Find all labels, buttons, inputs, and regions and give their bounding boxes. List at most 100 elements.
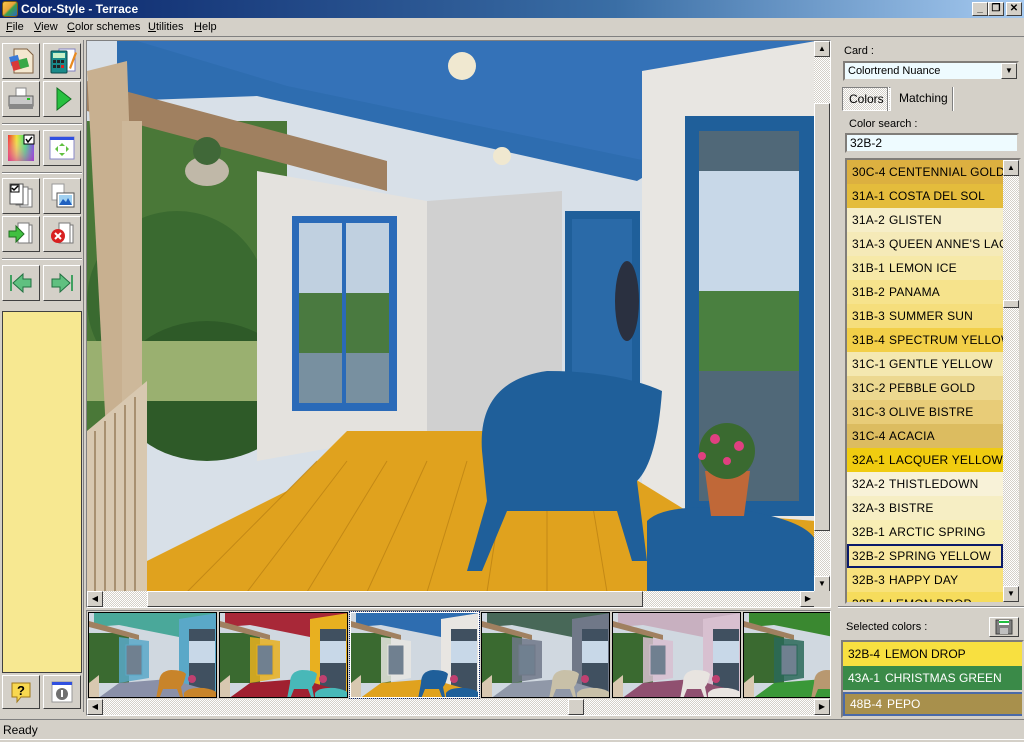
- scroll-up-button[interactable]: ▲: [814, 41, 830, 57]
- app-palette-icon: [2, 1, 18, 17]
- floppy-disk-icon: [995, 619, 1013, 635]
- scheme-thumbnail-strip: ◀ ▶: [86, 610, 831, 716]
- color-list-item[interactable]: 31C-4 ACACIA: [847, 424, 1003, 448]
- color-list-scrollbar[interactable]: ▲ ▼: [1003, 160, 1019, 602]
- list-scroll-thumb[interactable]: [1003, 300, 1019, 308]
- selected-color-item[interactable]: 32B-4 LEMON DROP: [843, 642, 1022, 666]
- tab-separator: [952, 87, 954, 111]
- save-selection-button[interactable]: [989, 617, 1019, 637]
- scheme-thumbnail-image: [220, 613, 347, 697]
- thumbnail-scrollbar[interactable]: ◀ ▶: [87, 699, 830, 715]
- thumbs-scroll-left-button[interactable]: ◀: [87, 699, 103, 715]
- color-list-item[interactable]: 31B-1 LEMON ICE: [847, 256, 1003, 280]
- selected-color-item[interactable]: 48B-4 PEPO: [843, 692, 1022, 716]
- color-name: CENTENNIAL GOLD: [889, 165, 1005, 179]
- color-list-item[interactable]: 31A-2 GLISTEN: [847, 208, 1003, 232]
- color-list-item[interactable]: 31C-1 GENTLE YELLOW: [847, 352, 1003, 376]
- color-list-item[interactable]: 32A-3 BISTRE: [847, 496, 1003, 520]
- color-list-item[interactable]: 31A-1 COSTA DEL SOL: [847, 184, 1003, 208]
- color-code: 32B-2: [852, 549, 886, 563]
- menu-view[interactable]: View: [34, 21, 58, 33]
- menu-file[interactable]: File: [6, 21, 24, 33]
- scheme-thumbnail[interactable]: [88, 612, 217, 698]
- select-schemes-button[interactable]: [2, 178, 40, 214]
- menu-color-schemes[interactable]: Color schemes: [67, 21, 140, 33]
- delete-schemes-button[interactable]: [43, 216, 81, 252]
- calculator-button[interactable]: [43, 43, 81, 79]
- color-list-item[interactable]: 32A-1 LACQUER YELLOW: [847, 448, 1003, 472]
- color-list-item[interactable]: 32A-2 THISTLEDOWN: [847, 472, 1003, 496]
- menu-color-schemes-label: olor schemes: [74, 21, 141, 33]
- color-preview-panel: [2, 311, 82, 673]
- restore-button[interactable]: ❐: [988, 2, 1004, 16]
- color-code: 31B-3: [852, 309, 886, 323]
- scheme-thumbnail[interactable]: [481, 612, 610, 698]
- selected-colors-list: 32B-4 LEMON DROP 43A-1 CHRISTMAS GREEN 48B-4…: [841, 640, 1024, 718]
- status-bar: Ready: [0, 719, 1024, 739]
- tab-colors[interactable]: Colors: [842, 87, 891, 111]
- main-vertical-scrollbar[interactable]: ▲ ▼: [814, 41, 830, 592]
- previous-button[interactable]: [2, 265, 40, 301]
- color-list-item[interactable]: 32B-3 HAPPY DAY: [847, 568, 1003, 592]
- color-name: BISTRE: [889, 501, 934, 515]
- image-pages-button[interactable]: [43, 178, 81, 214]
- about-button[interactable]: [43, 675, 81, 709]
- thumbs-scroll-right-button[interactable]: ▶: [814, 699, 830, 715]
- scheme-thumbnail-image: [89, 613, 216, 697]
- list-scroll-up-button[interactable]: ▲: [1003, 160, 1019, 176]
- menu-help[interactable]: Help: [194, 21, 217, 33]
- color-search-input[interactable]: [845, 133, 1019, 153]
- card-label: Card :: [844, 45, 874, 57]
- color-list-item[interactable]: 31C-2 PEBBLE GOLD: [847, 376, 1003, 400]
- chevron-down-icon[interactable]: ▼: [1001, 63, 1017, 79]
- color-list-item[interactable]: 32B-2 SPRING YELLOW: [847, 544, 1003, 568]
- selected-color-item[interactable]: 43A-1 CHRISTMAS GREEN: [843, 666, 1022, 690]
- scheme-thumbnail[interactable]: [219, 612, 348, 698]
- color-list-item[interactable]: 32B-1 ARCTIC SPRING: [847, 520, 1003, 544]
- scroll-left-button[interactable]: ◀: [87, 591, 103, 607]
- main-image-view: ▲ ▼ ◀ ▶: [86, 40, 831, 608]
- color-code: 32A-2: [852, 477, 886, 491]
- color-list-item[interactable]: 31B-4 SPECTRUM YELLOW: [847, 328, 1012, 352]
- scheme-thumbnail[interactable]: [349, 611, 480, 699]
- color-list-item[interactable]: 32B-4 LEMON DROP: [847, 592, 1003, 602]
- terrace-scene[interactable]: [87, 41, 816, 592]
- color-list-item[interactable]: 30C-4 CENTENNIAL GOLD: [847, 160, 1005, 184]
- print-button[interactable]: [2, 81, 40, 117]
- list-scroll-down-button[interactable]: ▼: [1003, 586, 1019, 602]
- export-schemes-button[interactable]: [2, 216, 40, 252]
- color-list-item[interactable]: 31C-3 OLIVE BISTRE: [847, 400, 1003, 424]
- toolbar-separator: [2, 172, 82, 174]
- minimize-button[interactable]: _: [972, 2, 988, 16]
- scroll-down-button[interactable]: ▼: [814, 576, 830, 592]
- tab-matching[interactable]: Matching: [893, 87, 954, 111]
- color-list-item[interactable]: 31A-3 QUEEN ANNE'S LACE: [847, 232, 1016, 256]
- vertical-scroll-thumb[interactable]: [814, 103, 830, 531]
- color-code: 31A-3: [852, 237, 886, 251]
- color-name: PEBBLE GOLD: [889, 381, 976, 395]
- close-button[interactable]: ✕: [1006, 2, 1022, 16]
- play-button[interactable]: [43, 81, 81, 117]
- thumbs-scroll-thumb[interactable]: [568, 699, 584, 715]
- fit-view-button[interactable]: [43, 130, 81, 166]
- open-project-button[interactable]: [2, 43, 40, 79]
- color-code: 31B-2: [852, 285, 886, 299]
- menu-file-accel: F: [6, 21, 13, 33]
- color-name: COSTA DEL SOL: [889, 189, 985, 203]
- scheme-thumbnail[interactable]: [612, 612, 741, 698]
- color-name: HAPPY DAY: [889, 573, 959, 587]
- menu-view-label: iew: [41, 21, 58, 33]
- color-palette-button[interactable]: [2, 130, 40, 166]
- color-list-item[interactable]: 31B-3 SUMMER SUN: [847, 304, 1003, 328]
- color-list-item[interactable]: 31B-2 PANAMA: [847, 280, 1003, 304]
- horizontal-scroll-thumb[interactable]: [147, 591, 643, 607]
- menu-utilities-accel: U: [148, 21, 156, 33]
- menu-utilities[interactable]: Utilities: [148, 21, 183, 33]
- color-name: LEMON ICE: [889, 261, 957, 275]
- card-select[interactable]: Colortrend Nuance ▼: [843, 61, 1019, 81]
- scheme-thumbnail[interactable]: [743, 612, 830, 698]
- next-button[interactable]: [43, 265, 81, 301]
- main-horizontal-scrollbar[interactable]: ◀ ▶: [87, 591, 816, 607]
- help-button[interactable]: ?: [2, 675, 40, 709]
- svg-text:?: ?: [17, 683, 25, 698]
